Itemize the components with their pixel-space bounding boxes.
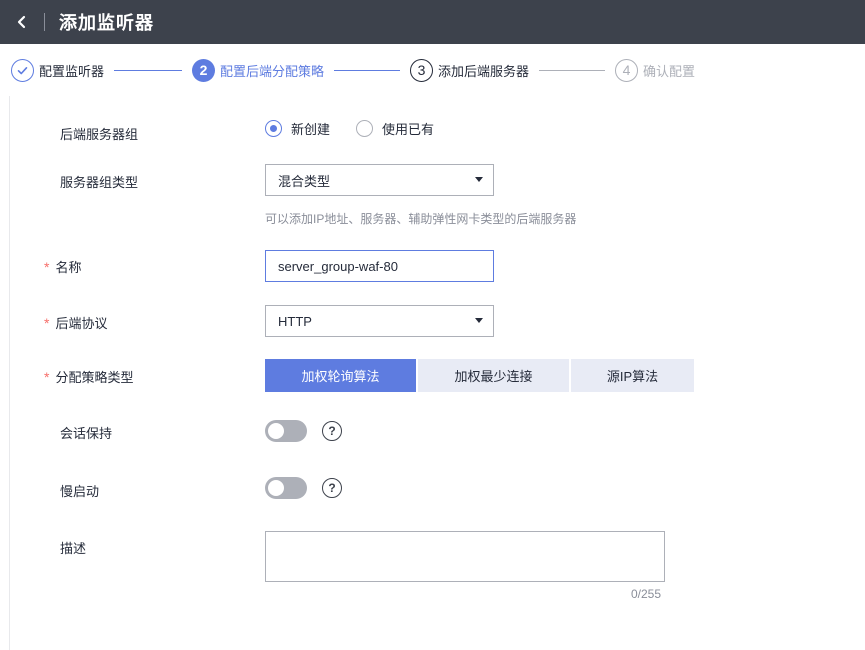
step-connector (539, 69, 606, 71)
step-label: 配置后端分配策略 (220, 63, 325, 79)
step-label: 配置监听器 (39, 63, 105, 79)
radio-label: 新创建 (291, 122, 331, 137)
header-divider (44, 13, 45, 31)
toggle-knob (268, 423, 284, 439)
session-toggle[interactable] (265, 420, 307, 442)
step-add-servers: 3 添加后端服务器 (410, 58, 530, 82)
strategy-weighted-least-conn[interactable]: 加权最少连接 (418, 359, 569, 392)
chevron-left-icon (17, 15, 26, 29)
radio-circle (356, 120, 373, 137)
form-panel: 后端服务器组 新创建 使用已有 服务器组类型 混合类型 可以添加IP地址、服务器… (9, 96, 865, 650)
chevron-down-icon (475, 177, 483, 182)
required-mark: * (44, 315, 50, 331)
radio-new[interactable]: 新创建 (265, 119, 330, 138)
step-label: 确认配置 (643, 63, 696, 79)
chevron-down-icon (475, 318, 483, 323)
name-value: server_group-waf-80 (278, 258, 398, 274)
group-type-value: 混合类型 (278, 173, 331, 189)
required-mark: * (44, 259, 50, 275)
page-header: 添加监听器 (0, 0, 865, 44)
strategy-source-ip[interactable]: 源IP算法 (571, 359, 694, 392)
step-number: 4 (615, 58, 639, 82)
help-icon[interactable]: ? (322, 478, 342, 498)
toggle-knob (268, 480, 284, 496)
step-number: 3 (410, 58, 434, 82)
step-backend-strategy: 2 配置后端分配策略 (192, 58, 325, 82)
description-counter: 0/255 (631, 587, 662, 601)
step-connector (114, 69, 183, 71)
step-number: 2 (192, 58, 216, 82)
step-check-icon (11, 58, 34, 82)
group-type-hint: 可以添加IP地址、服务器、辅助弹性网卡类型的后端服务器 (265, 212, 577, 226)
description-label: 描述 (60, 541, 87, 556)
step-label: 添加后端服务器 (438, 63, 530, 79)
step-configure-listener[interactable]: 配置监听器 (11, 58, 105, 82)
back-button[interactable] (0, 0, 44, 44)
strategy-weighted-round-robin[interactable]: 加权轮询算法 (265, 359, 416, 392)
radio-label: 使用已有 (382, 122, 435, 137)
group-type-select[interactable]: 混合类型 (265, 164, 494, 196)
group-type-label: 服务器组类型 (60, 175, 139, 190)
strategy-label: * 分配策略类型 (44, 369, 134, 385)
radio-circle (265, 120, 282, 137)
name-label: * 名称 (44, 259, 82, 275)
help-icon[interactable]: ? (322, 421, 342, 441)
protocol-value: HTTP (278, 313, 312, 329)
description-textarea[interactable] (265, 531, 665, 582)
protocol-select[interactable]: HTTP (265, 305, 494, 337)
radio-existing[interactable]: 使用已有 (356, 119, 434, 138)
name-input[interactable]: server_group-waf-80 (265, 250, 494, 282)
protocol-label: * 后端协议 (44, 315, 108, 331)
page-title: 添加监听器 (59, 13, 154, 33)
session-label: 会话保持 (60, 426, 113, 441)
step-confirm: 4 确认配置 (615, 58, 696, 82)
slow-start-toggle[interactable] (265, 477, 307, 499)
server-group-label: 后端服务器组 (60, 127, 139, 142)
required-mark: * (44, 369, 50, 385)
step-connector (334, 69, 401, 71)
steps-bar: 配置监听器 2 配置后端分配策略 3 添加后端服务器 4 确认配置 (0, 44, 865, 96)
slow-start-label: 慢启动 (60, 484, 100, 499)
